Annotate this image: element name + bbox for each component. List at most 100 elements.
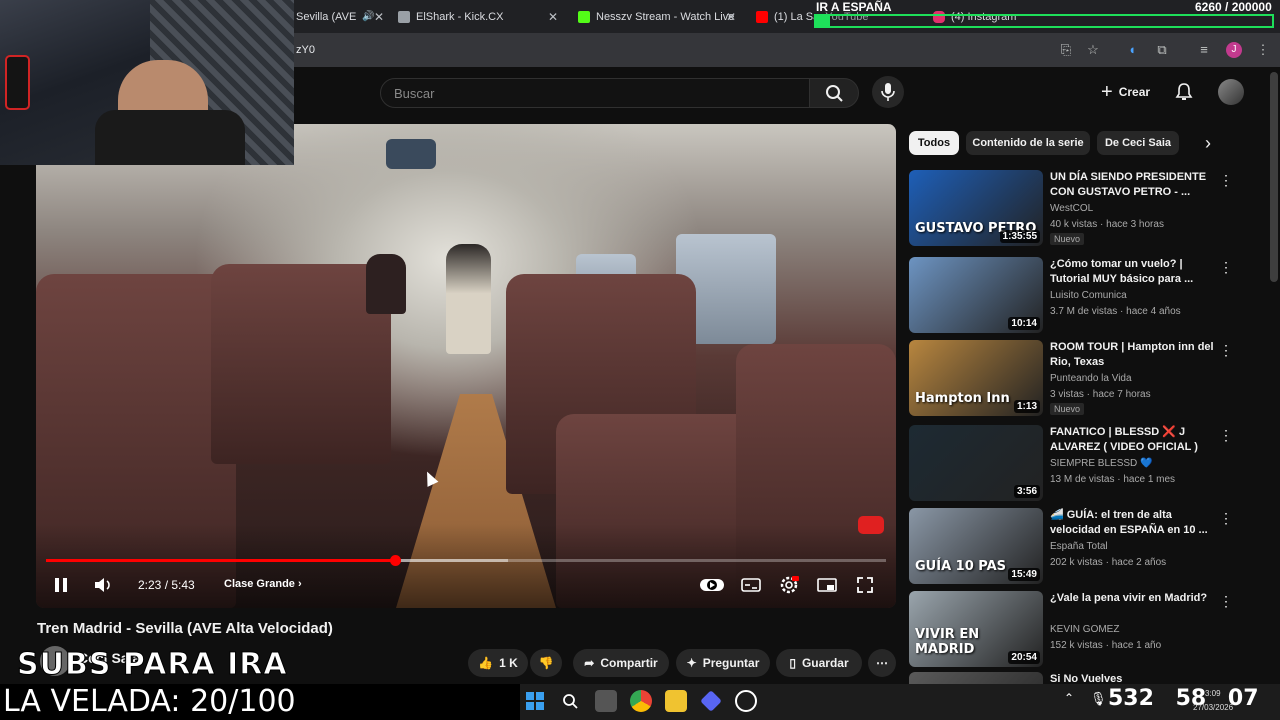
recommendation-title[interactable]: 🚄 GUÍA: el tren de alta velocidad en ESP… [1050, 508, 1215, 538]
recommendation-item[interactable]: 10:14 ¿Cómo tomar un vuelo? | Tutorial MU… [909, 257, 1259, 335]
tab-nesszv[interactable]: Nesszv Stream - Watch Live ✕ [578, 4, 736, 29]
file-explorer-icon[interactable] [665, 690, 687, 712]
chevron-right-icon[interactable]: › [1205, 133, 1211, 154]
new-badge: Nuevo [1050, 233, 1085, 245]
chevron-up-icon[interactable]: ⌃ [1064, 691, 1074, 705]
clock[interactable]: 3:09 [1205, 689, 1221, 698]
scrollbar-thumb[interactable] [1270, 72, 1278, 282]
pause-button[interactable] [53, 574, 69, 596]
close-icon[interactable]: ✕ [726, 10, 736, 24]
tab-kick[interactable]: ElShark - Kick.CX ✕ [398, 4, 558, 29]
volume-button[interactable] [93, 574, 113, 596]
recommendation-channel[interactable]: SIEMPRE BLESSD 💙 [1050, 458, 1152, 469]
gear-icon [780, 576, 799, 594]
recommendation-channel[interactable]: WestCOL [1050, 203, 1093, 214]
autoplay-toggle[interactable] [699, 574, 725, 596]
duration-badge: 3:56 [1013, 485, 1040, 498]
chip-series[interactable]: Contenido de la serie [966, 131, 1090, 155]
chip-all[interactable]: Todos [909, 131, 959, 155]
youtube-favicon-icon [756, 10, 768, 23]
search-button[interactable] [809, 78, 859, 108]
tab-sevilla[interactable]: Sevilla (AVE 🔊 ✕ [296, 4, 384, 29]
recommendation-channel[interactable]: Luisito Comunica [1050, 290, 1127, 301]
recommendation-title[interactable]: ¿Cómo tomar un vuelo? | Tutorial MUY bás… [1050, 257, 1215, 287]
windows-start-icon[interactable] [524, 690, 546, 712]
chip-channel[interactable]: De Ceci Saia [1097, 131, 1179, 155]
velada-text: LA VELADA: 20/100 [3, 684, 296, 719]
share-arrow-icon: ➦ [584, 656, 595, 670]
chrome-icon[interactable] [630, 690, 652, 712]
video-thumbnail[interactable]: 3:56 [909, 425, 1043, 501]
more-options-icon[interactable]: ⋮ [1219, 510, 1233, 527]
recommendation-title[interactable]: Si No Vuelves [1050, 672, 1215, 684]
countdown-overlay: 532 58 07 [1108, 686, 1259, 711]
ask-button[interactable]: ✦ Preguntar [676, 649, 770, 677]
recommendation-item[interactable]: Hampton Inn 1:13 ROOM TOUR | Hampton inn d… [909, 340, 1259, 418]
share-button[interactable]: ➦ Compartir [573, 649, 669, 677]
pc-case [5, 55, 30, 110]
chip-label: Contenido de la serie [972, 137, 1084, 149]
recommendation-channel[interactable]: KEVIN GOMEZ [1050, 624, 1119, 635]
info-screen [386, 139, 436, 169]
recommendation-item[interactable]: GUSTAVO PETRO 1:35:55 UN DÍA SIENDO PRESID… [909, 170, 1259, 248]
more-options-icon[interactable]: ⋮ [1219, 427, 1233, 444]
recommendation-title[interactable]: UN DÍA SIENDO PRESIDENTE CON GUSTAVO PET… [1050, 170, 1215, 200]
url-text[interactable]: zY0 [296, 44, 315, 56]
video-thumbnail[interactable]: 10:14 [909, 257, 1043, 333]
date[interactable]: 27/03/2026 [1193, 703, 1233, 712]
recommendation-item[interactable]: GUÍA 10 PAS 15:49 🚄 GUÍA: el tren de alta … [909, 508, 1259, 586]
account-avatar[interactable] [1218, 79, 1244, 105]
extension-icon[interactable]: ◖ [1124, 42, 1140, 58]
save-button[interactable]: ▯ Guardar [776, 649, 862, 677]
task-view-icon[interactable] [595, 690, 617, 712]
counter-value: 532 [1108, 686, 1154, 711]
like-button[interactable]: 👍 1 K [468, 649, 528, 677]
video-thumbnail[interactable] [909, 672, 1043, 684]
media-control-icon[interactable]: ≡ [1196, 42, 1212, 58]
thumbnail-text: GUÍA 10 PAS [915, 559, 1007, 574]
recommendation-title[interactable]: ROOM TOUR | Hampton inn del Rio, Texas [1050, 340, 1215, 370]
dislike-button[interactable]: 👎 [530, 649, 562, 677]
chapter-button[interactable]: Clase Grande › [224, 578, 302, 590]
close-icon[interactable]: ✕ [374, 10, 384, 24]
video-thumbnail[interactable]: Hampton Inn 1:13 [909, 340, 1043, 416]
tab-label: Sevilla (AVE [296, 10, 357, 23]
recommendation-item[interactable]: Si No Vuelves [909, 672, 1259, 684]
miniplayer-button[interactable] [817, 574, 837, 596]
menu-dots-icon[interactable]: ⋮ [1255, 42, 1271, 58]
voice-search-button[interactable] [872, 76, 904, 108]
recommendation-channel[interactable]: España Total [1050, 541, 1108, 552]
video-thumbnail[interactable]: VIVIR EN MADRID 20:54 [909, 591, 1043, 667]
subtitles-button[interactable] [741, 574, 761, 596]
duration-badge: 1:13 [1013, 400, 1040, 413]
recommendation-channel[interactable]: Punteando la Vida [1050, 373, 1132, 384]
video-player[interactable] [36, 124, 896, 608]
recommendation-title[interactable]: FANATICO | BLESSD ❌ J ALVAREZ ( VIDEO OF… [1050, 425, 1215, 455]
notifications-bell-icon[interactable] [1174, 82, 1194, 102]
steam-icon[interactable] [735, 690, 757, 712]
more-actions-button[interactable]: ⋯ [868, 649, 896, 677]
create-button[interactable]: + Crear [1093, 77, 1157, 107]
close-icon[interactable]: ✕ [548, 10, 558, 24]
end-card-icon[interactable] [858, 516, 884, 534]
more-options-icon[interactable]: ⋮ [1219, 259, 1233, 276]
profile-avatar-icon[interactable]: J [1226, 42, 1242, 58]
more-options-icon[interactable]: ⋮ [1219, 172, 1233, 189]
recommendation-title[interactable]: ¿Vale la pena vivir en Madrid? [1050, 591, 1215, 606]
recommendation-item[interactable]: 3:56 FANATICO | BLESSD ❌ J ALVAREZ ( VIDE… [909, 425, 1259, 503]
recommendation-item[interactable]: VIVIR EN MADRID 20:54 ¿Vale la pena vivir … [909, 591, 1259, 669]
cast-icon[interactable]: ⎘ [1058, 42, 1074, 58]
search-input[interactable]: Buscar [380, 78, 810, 108]
microphone-tray-icon[interactable]: 🎙 [1090, 691, 1107, 707]
more-options-icon[interactable]: ⋮ [1219, 342, 1233, 359]
webcam-overlay [0, 0, 294, 165]
progress-played [46, 559, 396, 562]
extensions-puzzle-icon[interactable]: ⧉ [1154, 42, 1170, 58]
taskbar-search-icon[interactable] [559, 690, 581, 712]
settings-button[interactable] [779, 574, 799, 596]
bookmark-star-icon[interactable]: ☆ [1085, 42, 1101, 58]
video-thumbnail[interactable]: GUÍA 10 PAS 15:49 [909, 508, 1043, 584]
video-thumbnail[interactable]: GUSTAVO PETRO 1:35:55 [909, 170, 1043, 246]
fullscreen-button[interactable] [856, 574, 874, 596]
more-options-icon[interactable]: ⋮ [1219, 593, 1233, 610]
